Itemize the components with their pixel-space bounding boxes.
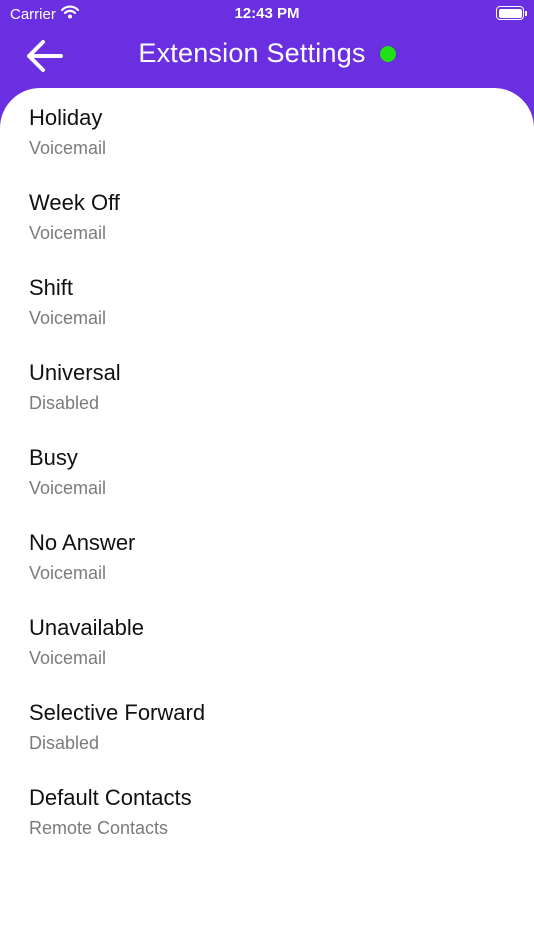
setting-title: Week Off xyxy=(29,190,120,215)
setting-value: Voicemail xyxy=(29,138,107,158)
setting-title: Unavailable xyxy=(29,615,144,640)
setting-title: Shift xyxy=(29,275,74,300)
setting-title: Holiday xyxy=(29,105,103,130)
setting-title: Busy xyxy=(29,445,78,470)
status-bar: Carrier 12:43 PM xyxy=(0,0,534,28)
nav-bar: Extension Settings xyxy=(0,28,534,88)
setting-item-unavailable[interactable]: Unavailable Voicemail xyxy=(0,614,534,699)
setting-value: Voicemail xyxy=(29,308,107,328)
content-card: Holiday Voicemail Week Off Voicemail Shi… xyxy=(0,88,534,950)
setting-item-universal[interactable]: Universal Disabled xyxy=(0,359,534,444)
setting-value: Voicemail xyxy=(29,478,107,498)
setting-item-no-answer[interactable]: No Answer Voicemail xyxy=(0,529,534,614)
status-time: 12:43 PM xyxy=(234,5,300,22)
page-title: Extension Settings xyxy=(138,38,366,68)
screen: Carrier 12:43 PM Extension Settings Holi… xyxy=(0,0,534,950)
setting-title: No Answer xyxy=(29,530,136,555)
setting-item-selective-forward[interactable]: Selective Forward Disabled xyxy=(0,699,534,784)
connection-status-indicator xyxy=(379,45,396,62)
setting-title: Universal xyxy=(29,360,121,385)
setting-title: Default Contacts xyxy=(29,785,192,810)
setting-item-busy[interactable]: Busy Voicemail xyxy=(0,444,534,529)
setting-item-shift[interactable]: Shift Voicemail xyxy=(0,274,534,359)
setting-title: Selective Forward xyxy=(29,700,206,725)
setting-value: Disabled xyxy=(29,733,100,753)
setting-value: Voicemail xyxy=(29,648,107,668)
setting-value: Remote Contacts xyxy=(29,818,169,838)
setting-item-default-contacts[interactable]: Default Contacts Remote Contacts xyxy=(0,784,534,869)
setting-value: Voicemail xyxy=(29,223,107,243)
nav-title-group: Extension Settings xyxy=(0,38,534,69)
setting-value: Disabled xyxy=(29,393,100,413)
settings-list: Holiday Voicemail Week Off Voicemail Shi… xyxy=(0,88,534,869)
setting-value: Voicemail xyxy=(29,563,107,583)
setting-item-week-off[interactable]: Week Off Voicemail xyxy=(0,189,534,274)
battery-icon xyxy=(496,6,527,20)
setting-item-holiday[interactable]: Holiday Voicemail xyxy=(0,104,534,189)
